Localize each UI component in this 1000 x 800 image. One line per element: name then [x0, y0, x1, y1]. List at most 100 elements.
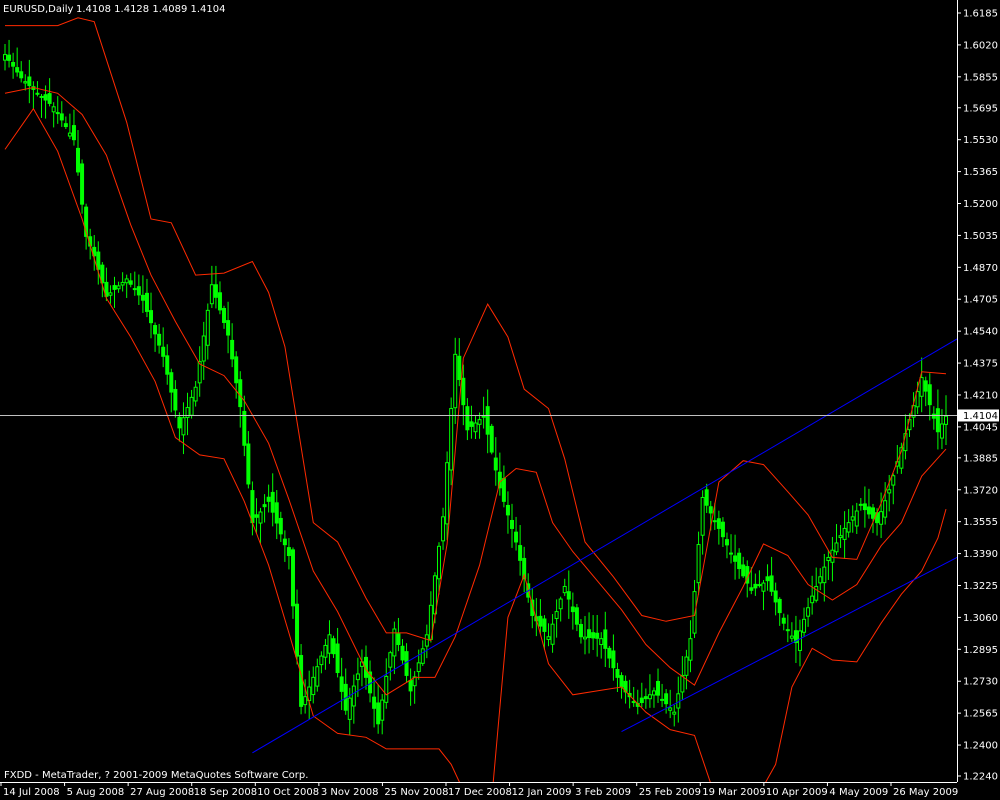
- candle-body: [136, 286, 141, 296]
- time-tick-label: 25 Feb 2009: [639, 787, 701, 798]
- candle-body: [753, 583, 758, 589]
- candle-body: [63, 123, 68, 128]
- candle-body: [696, 544, 701, 584]
- candle-body: [797, 630, 802, 651]
- candle-body: [737, 552, 742, 570]
- candle-body: [169, 372, 174, 393]
- candle-body: [128, 280, 133, 285]
- price-tick-label: 1.5695: [963, 103, 998, 114]
- copyright-footer: FXDD - MetaTrader, ? 2001-2009 MetaQuote…: [4, 770, 308, 781]
- candle-body: [858, 503, 863, 506]
- candle-body: [222, 307, 227, 323]
- candle-body: [716, 518, 721, 529]
- time-tick-label: 18 Sep 2008: [194, 787, 257, 798]
- candle-body: [266, 496, 271, 502]
- price-tick-label: 1.2730: [963, 677, 998, 688]
- candle-body: [234, 356, 239, 384]
- candle-body: [510, 519, 515, 529]
- candle-body: [891, 475, 896, 486]
- time-tick-label: 17 Dec 2008: [448, 787, 512, 798]
- candle-body: [562, 585, 567, 594]
- candle-body: [631, 701, 636, 704]
- candle-body: [587, 629, 592, 639]
- candle-body: [335, 643, 340, 674]
- candle-body: [574, 607, 579, 625]
- candle-body: [765, 576, 770, 582]
- price-tick-label: 1.5855: [963, 72, 998, 83]
- candle-body: [700, 496, 705, 536]
- price-tick-label: 1.5035: [963, 231, 998, 242]
- candle-body: [826, 556, 831, 562]
- candle-body: [485, 406, 490, 435]
- candle-body: [879, 511, 884, 525]
- candle-body: [761, 582, 766, 592]
- candle-body: [213, 284, 218, 298]
- price-tick-label: 1.5200: [963, 199, 998, 210]
- candle-body: [538, 615, 543, 627]
- candle-body: [591, 632, 596, 639]
- candle-body: [708, 506, 713, 514]
- candle-body: [465, 406, 470, 431]
- candle-body: [615, 668, 620, 678]
- time-tick-label: 19 Mar 2009: [702, 787, 765, 798]
- candle-body: [27, 76, 32, 87]
- candle-body: [846, 522, 851, 533]
- candle-body: [339, 676, 344, 692]
- candle-body: [217, 292, 222, 311]
- candle-body: [810, 595, 815, 604]
- price-tick-label: 1.2895: [963, 645, 998, 656]
- candle-body: [420, 648, 425, 664]
- candle-body: [384, 675, 389, 703]
- candle-body: [542, 618, 547, 632]
- candle-body: [388, 652, 393, 668]
- candle-body: [351, 685, 356, 707]
- candle-body: [919, 377, 924, 397]
- candle-body: [866, 506, 871, 515]
- candle-body: [651, 690, 656, 696]
- time-tick-label: 4 May 2009: [829, 787, 888, 798]
- price-tick-label: 1.6185: [963, 9, 998, 20]
- candle-body: [282, 538, 287, 546]
- candle-body: [449, 408, 454, 471]
- price-tick-label: 1.4705: [963, 295, 998, 306]
- candle-body: [660, 698, 665, 701]
- time-tick-label: 27 Aug 2008: [130, 787, 194, 798]
- candle-body: [262, 504, 267, 508]
- candle-body: [35, 92, 40, 95]
- candle-body: [611, 650, 616, 669]
- candle-body: [39, 95, 44, 98]
- candle-body: [554, 611, 559, 619]
- candle-body: [789, 635, 794, 639]
- price-tick-label: 1.4375: [963, 359, 998, 370]
- candle-body: [785, 629, 790, 632]
- candle-body: [242, 410, 247, 446]
- price-tick-label: 1.4045: [963, 422, 998, 433]
- candle-body: [55, 112, 60, 115]
- price-tick-label: 1.3720: [963, 485, 998, 496]
- candle-body: [668, 707, 673, 711]
- candle-body: [712, 520, 717, 523]
- candle-body: [246, 443, 251, 485]
- price-tick-label: 1.3555: [963, 517, 998, 528]
- candle-body: [834, 542, 839, 553]
- candle-body: [347, 697, 352, 720]
- chart-canvas[interactable]: 1.6185 1.6020 1.5855 1.5695 1.5530 1.5365 1.52…: [0, 0, 1000, 800]
- candle-body: [461, 377, 466, 406]
- candle-body: [173, 388, 178, 411]
- candle-body: [144, 292, 149, 312]
- price-tick-label: 1.4540: [963, 327, 998, 338]
- candle-body: [189, 396, 194, 416]
- price-tick-label: 1.4210: [963, 390, 998, 401]
- candle-body: [331, 638, 336, 655]
- price-tick-label: 1.3390: [963, 549, 998, 560]
- candle-body: [319, 655, 324, 666]
- candle-body: [51, 106, 56, 113]
- candle-body: [672, 711, 677, 715]
- candle-body: [514, 531, 519, 543]
- candle-body: [931, 413, 936, 419]
- chart-background: [0, 0, 1000, 800]
- candle-body: [23, 81, 28, 84]
- time-tick-label: 3 Nov 2008: [321, 787, 379, 798]
- candle-body: [939, 423, 944, 439]
- candle-body: [140, 294, 145, 301]
